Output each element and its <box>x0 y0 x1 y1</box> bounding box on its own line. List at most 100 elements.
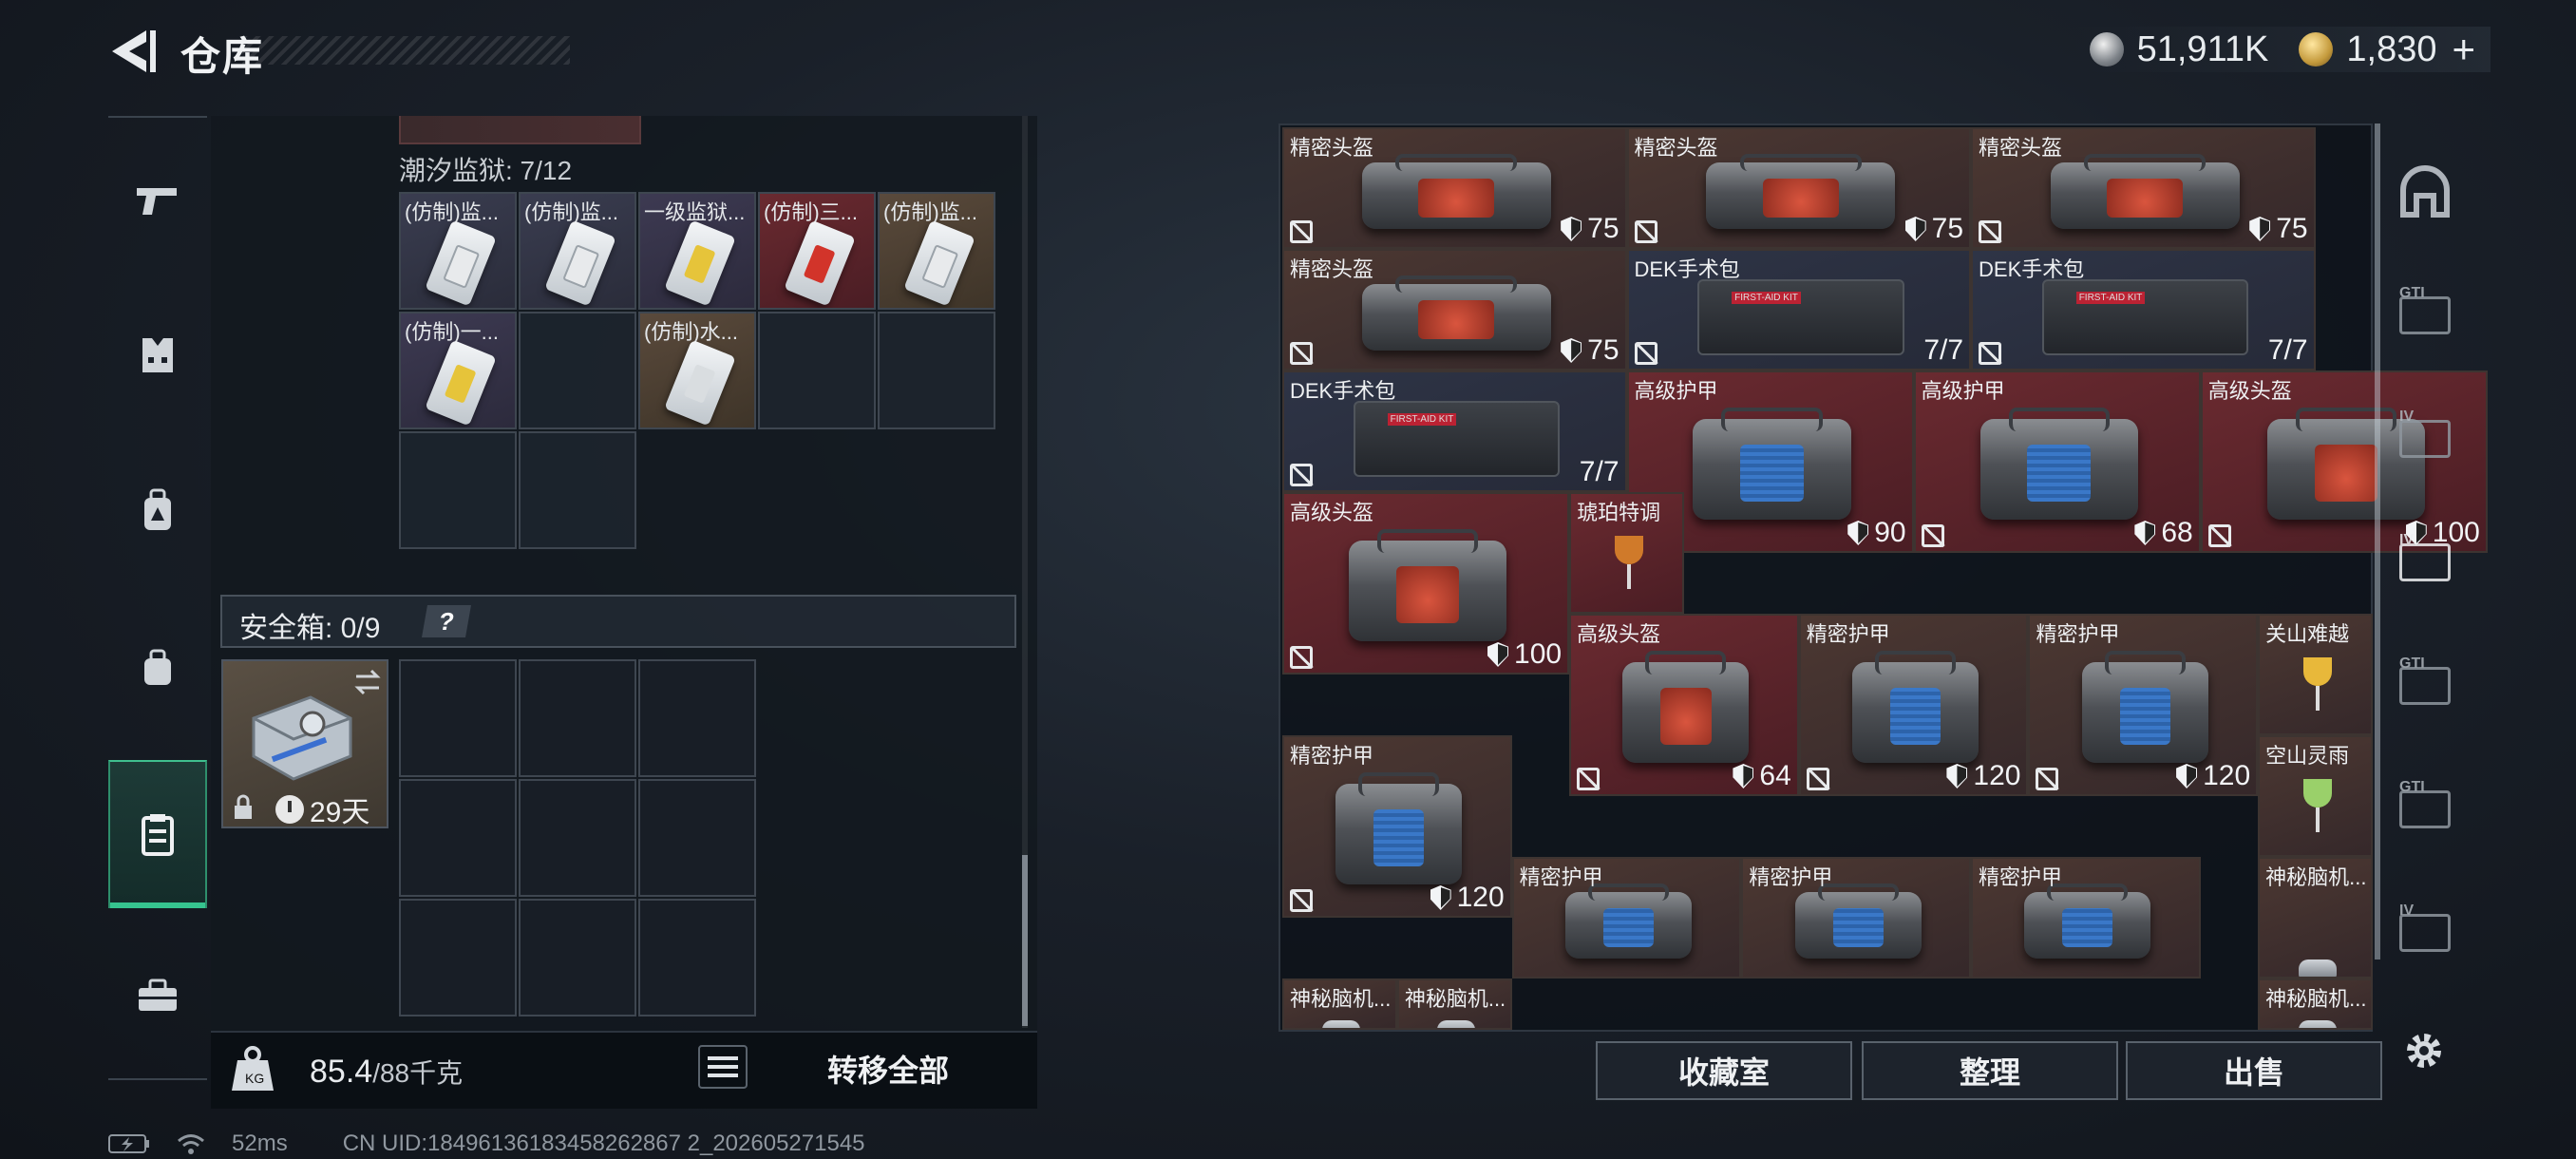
right-scrollbar[interactable] <box>2375 124 2380 960</box>
armor-item-icon <box>1565 884 1692 960</box>
key-card-slot[interactable]: (仿制)监... <box>399 192 517 310</box>
sell-button[interactable]: 出售 <box>2126 1041 2382 1100</box>
warehouse-item[interactable]: 关山难越 <box>2258 614 2373 735</box>
sort-button[interactable]: 整理 <box>1862 1041 2118 1100</box>
key-card-icon <box>664 339 736 427</box>
safe-slot[interactable] <box>638 779 756 897</box>
gti-icon[interactable]: GTI <box>2394 285 2456 348</box>
warehouse-tabs: GTI IV IV GTI GTI IV <box>2384 142 2466 1016</box>
item-value: 75 <box>1561 334 1619 367</box>
item-name: DEK手术包 <box>1634 257 1740 281</box>
back-button[interactable] <box>104 27 160 76</box>
warehouse-item[interactable]: 精密护甲 <box>1971 857 2201 978</box>
gti-settings-icon[interactable]: GTI <box>2394 779 2456 842</box>
warehouse-item[interactable]: 精密头盔 75 <box>1626 127 1972 249</box>
safe-duration: 29天 <box>275 788 369 830</box>
grid-cell-empty[interactable] <box>519 431 636 549</box>
warehouse-item[interactable]: 精密护甲 <box>1511 857 1742 978</box>
item-name: 关山难越 <box>2265 622 2350 646</box>
item-name: 高级护甲 <box>1921 379 2005 403</box>
armor-item-icon <box>1979 407 2138 520</box>
warehouse-item[interactable]: 精密护甲 <box>1741 857 1972 978</box>
item-value: 68 <box>2134 517 2193 549</box>
key-card-slot[interactable]: (仿制)一... <box>399 312 517 429</box>
add-currency-button[interactable]: + <box>2452 27 2475 72</box>
key-card-slot[interactable]: (仿制)监... <box>519 192 636 310</box>
safe-slot[interactable] <box>519 659 636 777</box>
warehouse-item[interactable]: 神秘脑机... <box>1282 978 1397 1030</box>
swap-icon[interactable] <box>352 669 383 695</box>
warehouse-item[interactable]: 精密头盔 75 <box>1282 127 1627 249</box>
warehouse-item[interactable]: 空山灵雨 <box>2258 735 2373 857</box>
transfer-all-button[interactable]: 转移全部 <box>760 1036 1016 1102</box>
item-name: 高级头盔 <box>1290 501 1374 524</box>
helmet-item-icon <box>2050 154 2240 230</box>
nav-armor[interactable] <box>108 306 207 405</box>
grid-cell-empty[interactable] <box>758 312 876 429</box>
warehouse-item[interactable]: 高级护甲 68 <box>1913 370 2201 553</box>
key-card-slot[interactable]: 一级监狱... <box>638 192 756 310</box>
no-favorite-icon <box>1634 220 1657 243</box>
warehouse-item[interactable]: 精密护甲 120 <box>2028 614 2259 796</box>
warehouse-item[interactable]: 高级头盔 100 <box>1282 492 1570 674</box>
nav-weapons[interactable] <box>108 150 207 249</box>
warehouse-item[interactable]: 精密护甲 120 <box>1798 614 2029 796</box>
bag-panel <box>1832 908 1884 947</box>
list-view-button[interactable] <box>698 1045 748 1089</box>
warehouse-item[interactable]: DEK手术包 7/7 <box>1971 249 2316 370</box>
iv-icon[interactable]: IV <box>2394 408 2456 471</box>
item-value-text: 100 <box>1514 638 1563 670</box>
nav-bag[interactable] <box>108 618 207 716</box>
uid-text: CN UID:18496136183458262867 2_2026052715… <box>342 1130 865 1156</box>
grid-cell-empty[interactable] <box>519 312 636 429</box>
warehouse-item[interactable]: DEK手术包 7/7 <box>1282 370 1627 492</box>
collection-room-button[interactable]: 收藏室 <box>1596 1041 1852 1100</box>
cocktail-icon <box>2302 657 2332 711</box>
helmet-item-icon <box>1706 154 1896 230</box>
settings-button[interactable] <box>2399 1026 2449 1075</box>
key-card-slot[interactable]: (仿制)监... <box>878 192 995 310</box>
warehouse-item[interactable]: 神秘脑机... <box>2258 978 2373 1030</box>
grid-cell-empty[interactable] <box>399 431 517 549</box>
safe-slot[interactable] <box>399 779 517 897</box>
safe-slot[interactable] <box>519 779 636 897</box>
safe-slot[interactable] <box>519 899 636 1016</box>
warehouse-item[interactable]: 精密头盔 75 <box>1971 127 2316 249</box>
helmet-icon[interactable] <box>2394 162 2456 224</box>
grid-cell-empty[interactable] <box>878 312 995 429</box>
safe-slot[interactable] <box>399 899 517 1016</box>
battery-icon <box>108 1134 149 1153</box>
safe-case-icon <box>252 695 352 781</box>
latency: 52ms <box>232 1130 288 1156</box>
warehouse-item[interactable]: 精密护甲 120 <box>1282 735 1512 918</box>
warehouse-item[interactable]: DEK手术包 7/7 <box>1626 249 1972 370</box>
key-card-slot[interactable]: (仿制)三... <box>758 192 876 310</box>
iv-plus-icon[interactable]: IV <box>2394 532 2456 595</box>
safe-slot[interactable] <box>638 899 756 1016</box>
nav-toolbox[interactable] <box>108 946 207 1045</box>
safe-slot[interactable] <box>638 659 756 777</box>
warehouse-item[interactable]: 高级头盔 64 <box>1569 614 1799 796</box>
warehouse-item[interactable]: 精密头盔 75 <box>1282 249 1627 370</box>
item-value-text: 120 <box>1973 760 2021 791</box>
iv-box-icon[interactable]: IV <box>2394 902 2456 965</box>
armor-icon <box>142 338 173 372</box>
no-favorite-icon <box>1290 646 1313 669</box>
durability-icon <box>2249 217 2271 241</box>
nav-safebox[interactable] <box>108 760 207 908</box>
key-card-icon <box>544 219 616 307</box>
left-scrollbar-thumb[interactable] <box>1022 855 1028 1026</box>
weight-icon: KG <box>224 1045 281 1094</box>
safe-slot[interactable] <box>399 659 517 777</box>
gti-hand-icon[interactable]: GTI <box>2394 656 2456 718</box>
item-value: 120 <box>2176 760 2250 792</box>
nav-backpack[interactable] <box>108 462 207 560</box>
warehouse-item[interactable]: 神秘脑机... <box>2258 857 2373 978</box>
key-card-slot[interactable]: (仿制)水... <box>638 312 756 429</box>
tab-box <box>2399 667 2451 705</box>
no-favorite-icon <box>1979 342 2002 365</box>
help-button[interactable]: ? <box>422 605 471 637</box>
warehouse-item[interactable]: 琥珀特调 <box>1569 492 1684 614</box>
item-name: 精密护甲 <box>1806 622 1890 646</box>
warehouse-item[interactable]: 神秘脑机... <box>1396 978 1512 1030</box>
